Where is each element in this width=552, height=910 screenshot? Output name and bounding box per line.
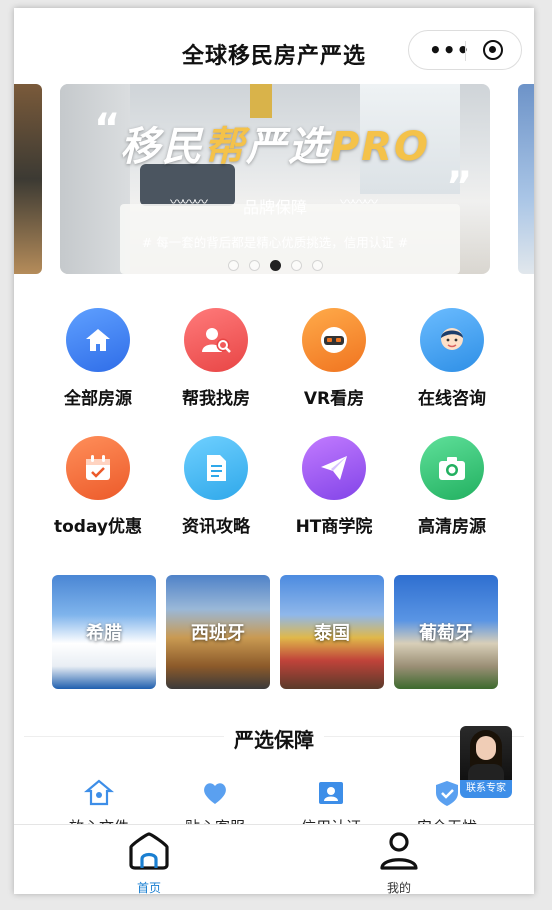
menu-item-label: 高清房源 [418, 517, 486, 537]
menu-item-find-house[interactable]: 帮我找房 [156, 308, 276, 409]
user-tab-icon [380, 832, 418, 870]
country-card-label: 希腊 [86, 623, 122, 644]
document-icon [184, 436, 248, 500]
carousel-indicators [60, 260, 490, 271]
menu-item-label: VR看房 [303, 389, 365, 409]
tab-label-mine: 我的 [386, 881, 411, 894]
house-key-icon [83, 778, 115, 808]
menu-item-label: today优惠 [53, 517, 142, 537]
menu-item-today-deals[interactable]: today优惠 [38, 436, 158, 537]
tab-label-home: 首页 [136, 881, 161, 894]
menu-item-news-guides[interactable]: 资讯攻略 [156, 436, 276, 537]
country-card-label: 葡萄牙 [419, 623, 473, 644]
tab-mine[interactable]: 我的 [344, 831, 454, 894]
guarantee-section-title: 严选保障 [14, 724, 534, 753]
home-tab-icon [129, 832, 169, 870]
carousel-dot[interactable] [311, 260, 323, 271]
banner-image-painting [250, 84, 272, 118]
country-card-label: 泰国 [314, 623, 350, 644]
country-card-thailand[interactable]: 泰国 [280, 575, 384, 689]
banner-carousel[interactable]: “ 移民帮严选PRO ” 〰〰〰 〰〰〰 品牌保障 # 每一套的背后都是精心优质… [60, 84, 490, 274]
expert-avatar-face [476, 736, 496, 760]
menu-item-label: HT商学院 [295, 517, 373, 537]
menu-item-vr-tour[interactable]: VR看房 [274, 308, 394, 409]
heart-badge-icon [200, 778, 230, 808]
menu-item-label: 全部房源 [64, 389, 132, 409]
camera-icon [420, 436, 484, 500]
calendar-check-icon [66, 436, 130, 500]
bottom-tab-bar: 首页 我的 [14, 824, 534, 894]
banner-headline: 移民帮严选PRO [119, 124, 431, 170]
mini-program-capsule: ••• [408, 30, 522, 70]
menu-item-hd-listings[interactable]: 高清房源 [392, 436, 512, 537]
person-search-icon [184, 308, 248, 372]
customer-service-icon [420, 308, 484, 372]
carousel-dot[interactable] [248, 260, 260, 271]
home-icon [66, 308, 130, 372]
carousel-dot[interactable] [290, 260, 302, 271]
contact-expert-label: 联系专家 [460, 780, 512, 798]
shield-check-icon [432, 778, 462, 808]
country-card-portugal[interactable]: 葡萄牙 [394, 575, 498, 689]
expert-avatar [460, 726, 512, 782]
paper-plane-icon [302, 436, 366, 500]
capsule-divider [465, 41, 466, 61]
carousel-dot[interactable] [227, 260, 239, 271]
navigation-bar: 全球移民房产严选 ••• [14, 8, 534, 96]
banner-tagline: # 每一套的背后都是精心优质挑选，信用认证 # [141, 235, 409, 250]
id-card-icon [316, 778, 346, 808]
country-card-greece[interactable]: 希腊 [52, 575, 156, 689]
guarantee-title-text: 严选保障 [224, 728, 324, 752]
banner-subtitle: 品牌保障 [242, 198, 307, 217]
menu-item-label: 在线咨询 [418, 389, 486, 409]
country-card-spain[interactable]: 西班牙 [166, 575, 270, 689]
menu-item-all-listings[interactable]: 全部房源 [38, 308, 158, 409]
menu-item-label: 资讯攻略 [182, 517, 250, 537]
banner-next-slide[interactable] [518, 84, 534, 274]
vr-headset-icon [302, 308, 366, 372]
carousel-dot-active[interactable] [269, 260, 281, 271]
banner-prev-slide[interactable] [14, 84, 42, 274]
mini-program-close-icon[interactable] [483, 40, 503, 60]
country-card-label: 西班牙 [191, 623, 245, 644]
menu-item-label: 帮我找房 [182, 389, 250, 409]
contact-expert-button[interactable]: 联系专家 [460, 726, 512, 798]
menu-item-online-consult[interactable]: 在线咨询 [392, 308, 512, 409]
app-screen: 全球移民房产严选 ••• “ 移民帮严选PRO ” 〰〰〰 〰〰〰 品牌保障 #… [14, 8, 534, 894]
menu-item-business-school[interactable]: HT商学院 [274, 436, 394, 537]
tab-home[interactable]: 首页 [94, 831, 204, 894]
